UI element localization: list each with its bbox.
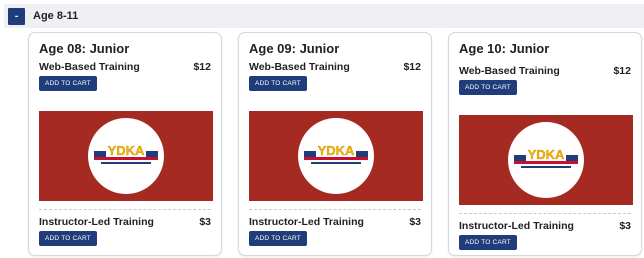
- divider: [249, 209, 421, 210]
- instructor-training-label: Instructor-Led Training: [249, 216, 364, 228]
- section-header: - Age 8-11: [4, 4, 644, 28]
- divider: [459, 213, 631, 214]
- web-training-label: Web-Based Training: [39, 61, 140, 73]
- instructor-training-price: $3: [619, 220, 631, 232]
- product-card: Age 09: Junior Web-Based Training $12 AD…: [238, 32, 432, 256]
- ydka-logo-icon: YDKA: [514, 147, 578, 168]
- product-card: Age 08: Junior Web-Based Training $12 AD…: [28, 32, 222, 256]
- instructor-training-label: Instructor-Led Training: [459, 220, 574, 232]
- product-banner: YDKA: [459, 115, 633, 205]
- add-to-cart-button[interactable]: ADD TO CART: [39, 231, 97, 246]
- web-training-price: $12: [403, 61, 421, 73]
- product-banner: YDKA: [39, 111, 213, 201]
- add-to-cart-button[interactable]: ADD TO CART: [459, 235, 517, 250]
- card-title: Age 09: Junior: [249, 41, 340, 56]
- web-training-price: $12: [613, 65, 631, 77]
- web-training-label: Web-Based Training: [459, 65, 560, 77]
- svg-text:YDKA: YDKA: [528, 147, 565, 162]
- section-title: Age 8-11: [33, 10, 79, 22]
- product-card: Age 10: Junior Web-Based Training $12 AD…: [448, 32, 642, 256]
- web-training-price: $12: [193, 61, 211, 73]
- card-title: Age 10: Junior: [459, 41, 550, 56]
- instructor-training-price: $3: [409, 216, 421, 228]
- add-to-cart-button[interactable]: ADD TO CART: [249, 231, 307, 246]
- ydka-logo-icon: YDKA: [94, 143, 158, 164]
- add-to-cart-button[interactable]: ADD TO CART: [249, 76, 307, 91]
- ydka-logo: YDKA: [298, 118, 374, 194]
- instructor-training-label: Instructor-Led Training: [39, 216, 154, 228]
- svg-text:YDKA: YDKA: [318, 143, 355, 158]
- add-to-cart-button[interactable]: ADD TO CART: [459, 80, 517, 95]
- divider: [39, 209, 211, 210]
- card-title: Age 08: Junior: [39, 41, 130, 56]
- instructor-training-price: $3: [199, 216, 211, 228]
- ydka-logo-icon: YDKA: [304, 143, 368, 164]
- product-banner: YDKA: [249, 111, 423, 201]
- ydka-logo: YDKA: [508, 122, 584, 198]
- svg-text:YDKA: YDKA: [108, 143, 145, 158]
- ydka-logo: YDKA: [88, 118, 164, 194]
- add-to-cart-button[interactable]: ADD TO CART: [39, 76, 97, 91]
- web-training-label: Web-Based Training: [249, 61, 350, 73]
- collapse-toggle-button[interactable]: -: [8, 7, 25, 25]
